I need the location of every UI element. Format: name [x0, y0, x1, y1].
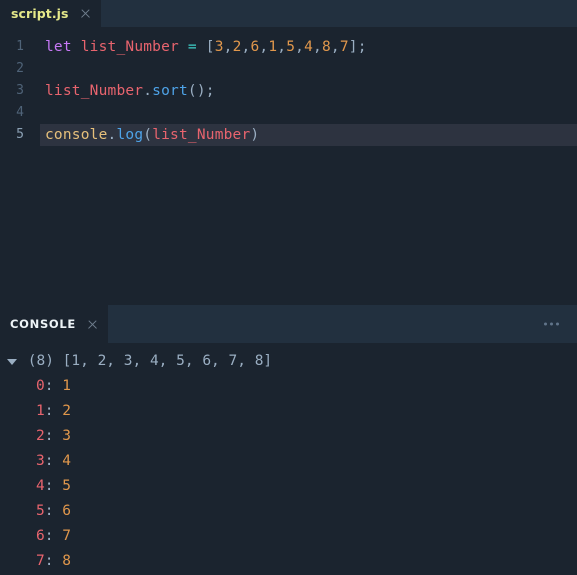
token-kw: let — [45, 39, 72, 55]
token-var: list_Number — [45, 83, 144, 99]
console-array-entry: 2: 3 — [0, 424, 577, 449]
editor-tab-bar: script.js — [0, 0, 577, 27]
entry-value: 1 — [62, 378, 71, 394]
line-number: 2 — [16, 61, 24, 76]
entry-index: 6 — [36, 528, 45, 544]
line-number: 4 — [16, 105, 24, 120]
token-num: 2 — [232, 39, 242, 55]
console-array-entry: 1: 2 — [0, 399, 577, 424]
entry-separator: : — [44, 428, 63, 444]
code-editor-area[interactable]: 1 let list_Number = [3,2,6,1,5,4,8,7]; 2 3 l… — [0, 27, 577, 305]
entry-separator: : — [44, 453, 63, 469]
code-text: list_Number.sort(); — [40, 80, 215, 102]
token-punct: , — [223, 39, 233, 55]
entry-index: 2 — [36, 428, 45, 444]
token-punct: ) — [196, 83, 206, 99]
more-options-icon[interactable] — [540, 319, 563, 330]
token-var: list_Number — [80, 39, 179, 55]
entry-index: 4 — [36, 478, 45, 494]
token-num: 3 — [214, 39, 224, 55]
entry-index: 3 — [36, 453, 45, 469]
token-punct: , — [277, 39, 287, 55]
code-line[interactable]: 2 — [0, 58, 577, 80]
token-fn: log — [116, 127, 144, 143]
close-icon[interactable] — [86, 318, 99, 331]
console-array-entry: 7: 8 — [0, 549, 577, 574]
code-line[interactable]: 4 — [0, 102, 577, 124]
console-array-entry: 4: 5 — [0, 474, 577, 499]
console-output: (8) [1, 2, 3, 4, 5, 6, 7, 8] 0: 11: 22: 3… — [0, 343, 577, 575]
token-punct: , — [295, 39, 305, 55]
code-line[interactable]: 1 let list_Number = [3,2,6,1,5,4,8,7]; — [0, 36, 577, 58]
token-num: 7 — [339, 39, 349, 55]
token-op: = — [187, 39, 197, 55]
line-number: 1 — [16, 39, 24, 54]
code-line[interactable]: 5 console.log(list_Number) — [0, 124, 577, 146]
token-punct: , — [330, 39, 340, 55]
code-text: console.log(list_Number) — [40, 124, 259, 146]
token-punct: ; — [205, 83, 215, 99]
console-array-entry: 0: 1 — [0, 374, 577, 399]
token-var: list_Number — [152, 127, 251, 143]
entry-separator: : — [44, 478, 63, 494]
entry-separator: : — [44, 403, 63, 419]
entry-value: 6 — [62, 503, 71, 519]
token-fn: sort — [152, 83, 188, 99]
entry-value: 2 — [62, 403, 71, 419]
entry-separator: : — [44, 503, 63, 519]
entry-value: 8 — [62, 553, 71, 569]
token-num: 4 — [304, 39, 314, 55]
entry-index: 1 — [36, 403, 45, 419]
console-tab-title: CONSOLE — [10, 317, 76, 331]
code-editor-app: script.js 1 let list_Number = [3,2,6,1,5,… — [0, 0, 577, 575]
console-array-entry: 6: 7 — [0, 524, 577, 549]
token-punct: , — [313, 39, 322, 55]
token-punct: ( — [187, 83, 197, 99]
code-text: let list_Number = [3,2,6,1,5,4,8,7]; — [40, 36, 367, 58]
triangle-down-icon[interactable] — [5, 358, 19, 365]
entry-value: 4 — [62, 453, 71, 469]
code-line[interactable]: 3 list_Number.sort(); — [0, 80, 577, 102]
token-punct: ( — [143, 127, 153, 143]
token-num: 1 — [268, 39, 278, 55]
token-obj: console — [45, 127, 108, 143]
entry-value: 5 — [62, 478, 71, 494]
entry-separator: : — [44, 378, 63, 394]
console-tab-bar: CONSOLE — [0, 305, 577, 343]
entry-value: 7 — [62, 528, 71, 544]
token-punct: ; — [357, 39, 367, 55]
console-array-entry: 3: 4 — [0, 449, 577, 474]
token-num: 8 — [321, 39, 331, 55]
token-num: 5 — [286, 39, 296, 55]
tab-script-js[interactable]: script.js — [0, 0, 101, 27]
console-panel: CONSOLE (8) [1, 2, 3, 4, 5, 6, 7, 8] 0: 1… — [0, 305, 577, 575]
token-punct: [ — [205, 39, 215, 55]
entry-separator: : — [44, 528, 63, 544]
token-punct: , — [259, 39, 269, 55]
entry-separator: : — [44, 553, 63, 569]
line-number: 3 — [16, 83, 24, 98]
console-output-summary[interactable]: (8) [1, 2, 3, 4, 5, 6, 7, 8] — [0, 349, 577, 374]
entry-index: 0 — [36, 378, 45, 394]
token-punct: ] — [348, 39, 358, 55]
close-icon[interactable] — [79, 7, 92, 20]
entry-value: 3 — [62, 428, 71, 444]
tab-title: script.js — [11, 6, 69, 21]
console-array-entry: 5: 6 — [0, 499, 577, 524]
token-punct: ) — [250, 127, 260, 143]
console-summary-text: (8) [1, 2, 3, 4, 5, 6, 7, 8] — [19, 353, 273, 369]
token-punct: . — [143, 83, 153, 99]
line-number: 5 — [0, 124, 40, 146]
tab-console[interactable]: CONSOLE — [0, 305, 108, 343]
entry-index: 7 — [36, 553, 45, 569]
entry-index: 5 — [36, 503, 45, 519]
